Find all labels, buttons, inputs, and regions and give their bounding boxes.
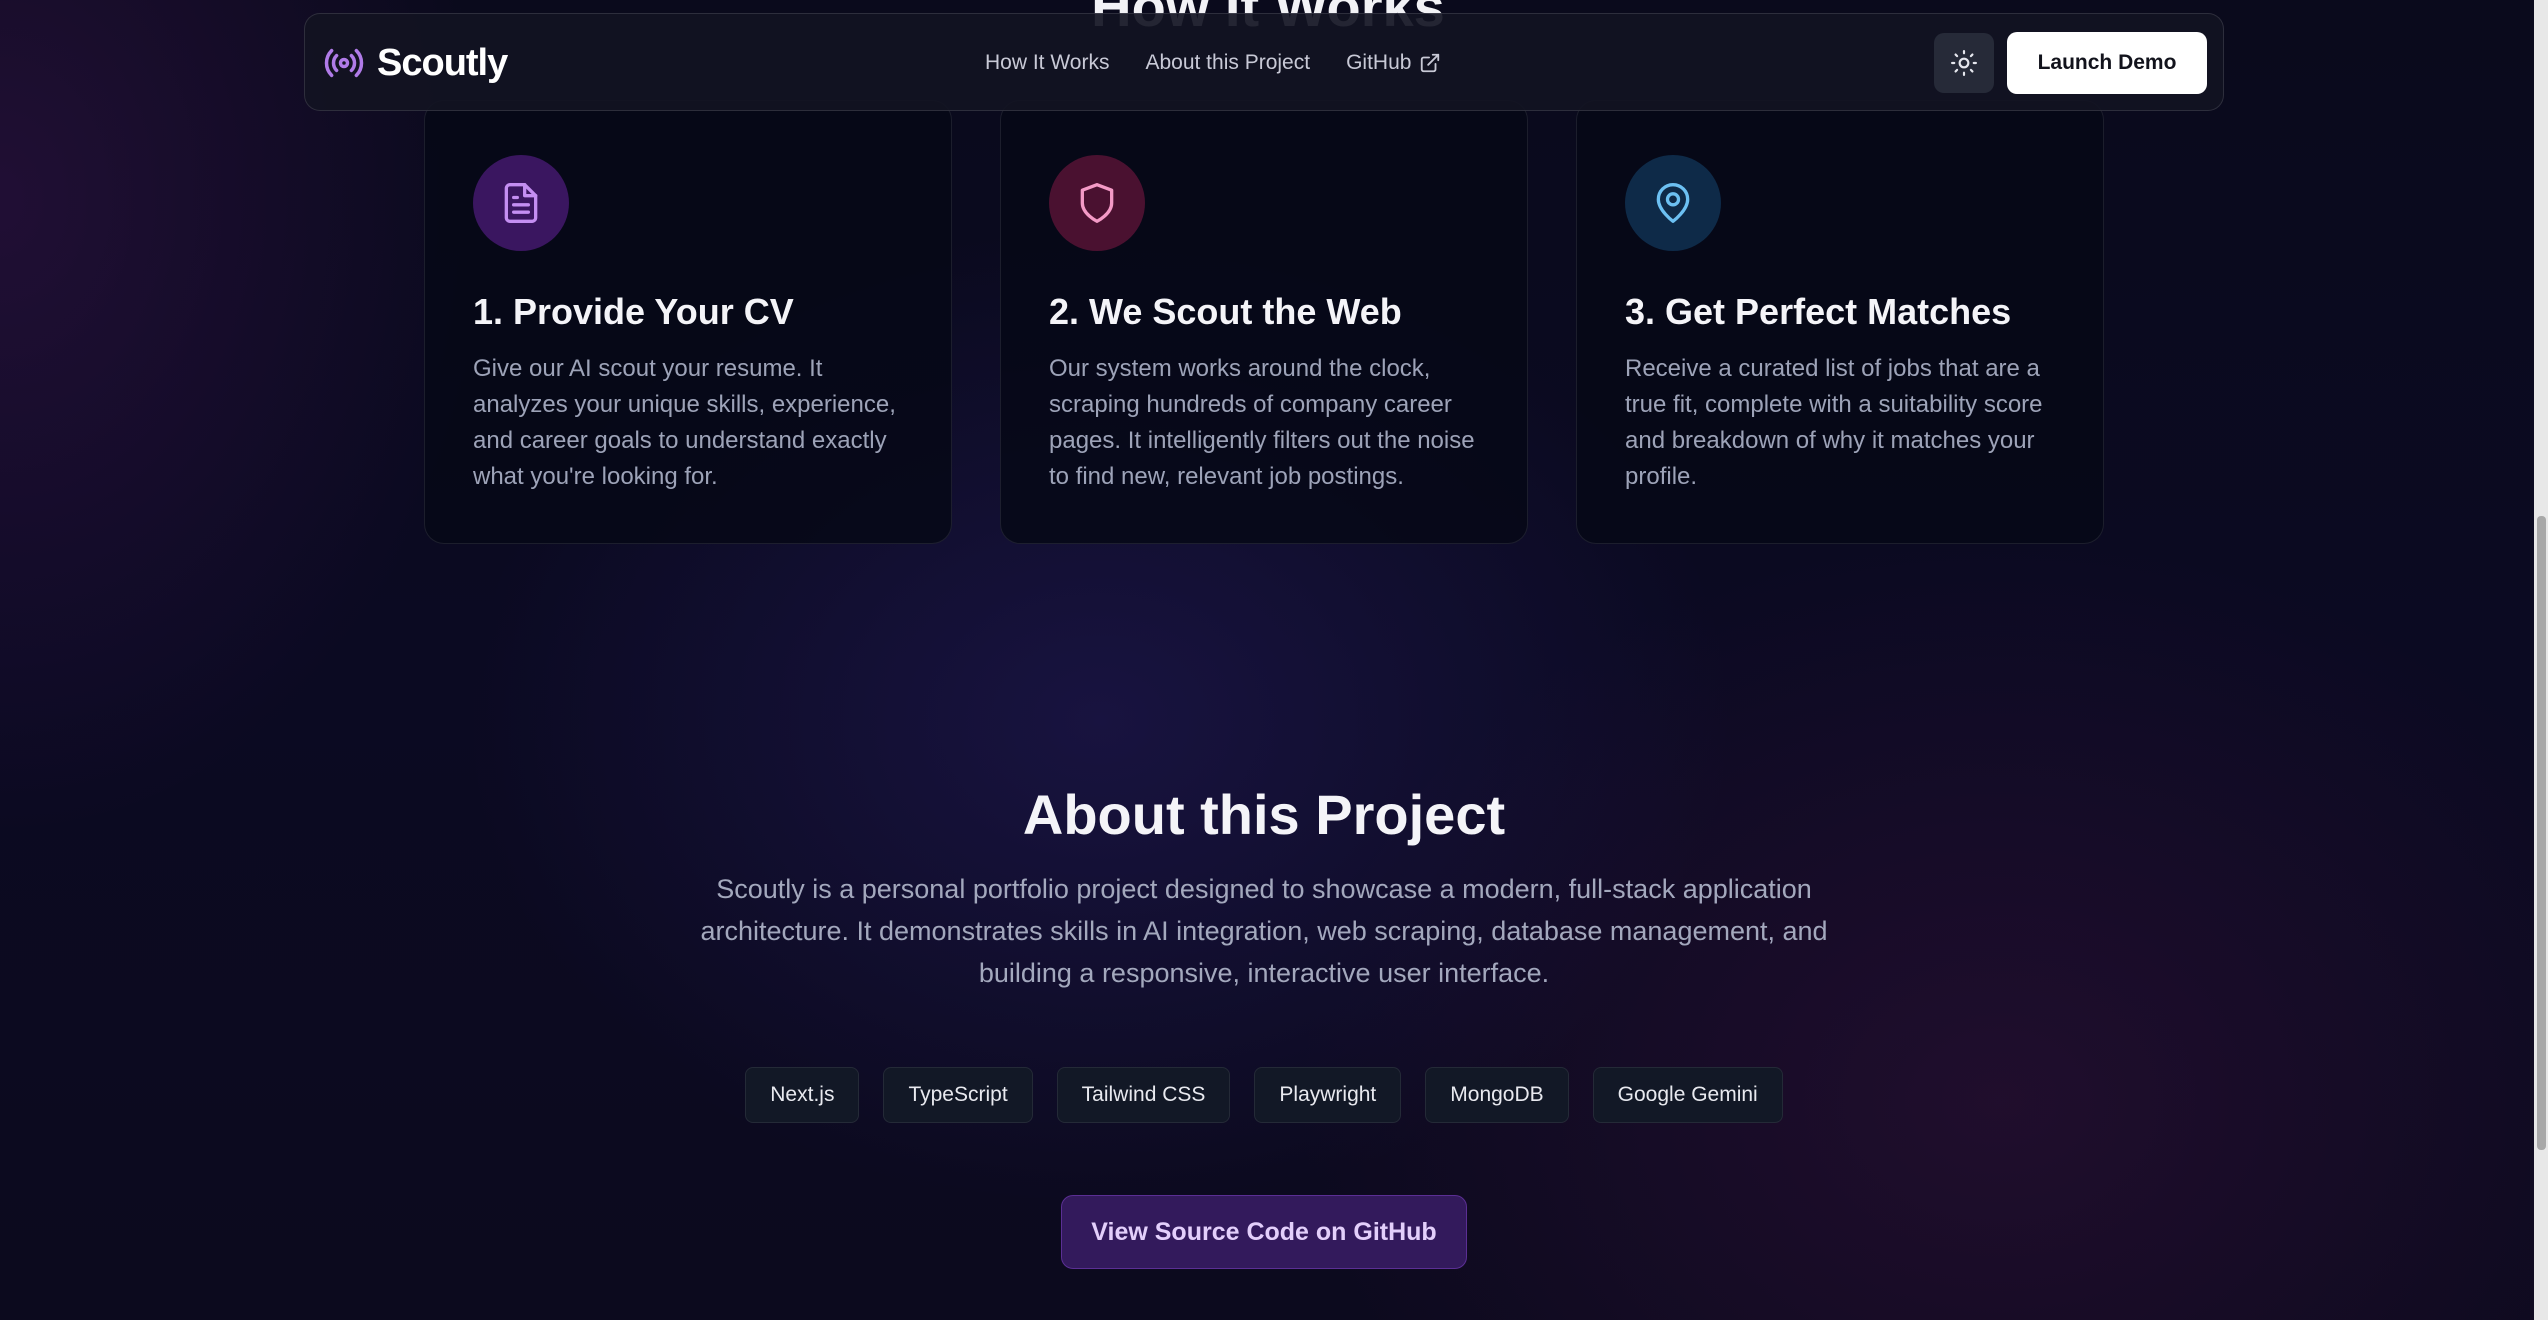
- theme-toggle-button[interactable]: [1934, 33, 1994, 93]
- shield-icon: [1049, 155, 1145, 251]
- nav-link-label: How It Works: [985, 51, 1110, 74]
- tech-tag: Google Gemini: [1592, 1067, 1783, 1123]
- tech-tag: Next.js: [745, 1067, 860, 1123]
- broadcast-icon: [324, 48, 364, 78]
- page: How It Works 1. Provide Your CV Give our…: [0, 0, 2548, 1320]
- step-card-2: 2. We Scout the Web Our system works aro…: [1000, 100, 1528, 544]
- scrollbar-thumb[interactable]: [2537, 516, 2546, 1150]
- external-link-icon: [1421, 53, 1440, 73]
- nav-link-label: GitHub: [1346, 51, 1412, 74]
- step-card-1: 1. Provide Your CV Give our AI scout you…: [424, 100, 952, 544]
- step-title: 2. We Scout the Web: [1049, 291, 1402, 332]
- nav-links: How It Works About this Project GitHub: [985, 14, 1441, 112]
- step-title: 1. Provide Your CV: [473, 291, 794, 332]
- nav-link-github[interactable]: GitHub: [1346, 51, 1441, 75]
- nav-link-label: About this Project: [1145, 51, 1311, 74]
- tech-tag: TypeScript: [883, 1067, 1033, 1123]
- step-card-3: 3. Get Perfect Matches Receive a curated…: [1576, 100, 2104, 544]
- map-pin-icon: [1625, 155, 1721, 251]
- tech-tag: Playwright: [1254, 1067, 1402, 1123]
- view-source-button[interactable]: View Source Code on GitHub: [1061, 1195, 1467, 1269]
- document-icon: [473, 155, 569, 251]
- tech-tags: Next.js TypeScript Tailwind CSS Playwrig…: [0, 1067, 2528, 1123]
- top-navbar: Scoutly How It Works About this Project …: [304, 13, 2224, 111]
- tech-tag: Tailwind CSS: [1056, 1067, 1231, 1123]
- step-description: Our system works around the clock, scrap…: [1049, 355, 1475, 490]
- tech-tag: MongoDB: [1425, 1067, 1569, 1123]
- about-title: About this Project: [1022, 783, 1506, 846]
- brand-name: Scoutly: [377, 41, 508, 84]
- step-title: 3. Get Perfect Matches: [1625, 291, 2012, 332]
- step-description: Receive a curated list of jobs that are …: [1625, 355, 2043, 490]
- brand-logo[interactable]: Scoutly: [323, 14, 508, 112]
- step-description: Give our AI scout your resume. It analyz…: [473, 355, 896, 490]
- about-description: Scoutly is a personal portfolio project …: [700, 874, 1828, 988]
- launch-demo-button[interactable]: Launch Demo: [2007, 32, 2207, 94]
- sun-icon: [1951, 50, 1977, 76]
- nav-link-about[interactable]: About this Project: [1145, 51, 1310, 75]
- nav-link-how-it-works[interactable]: How It Works: [985, 51, 1109, 75]
